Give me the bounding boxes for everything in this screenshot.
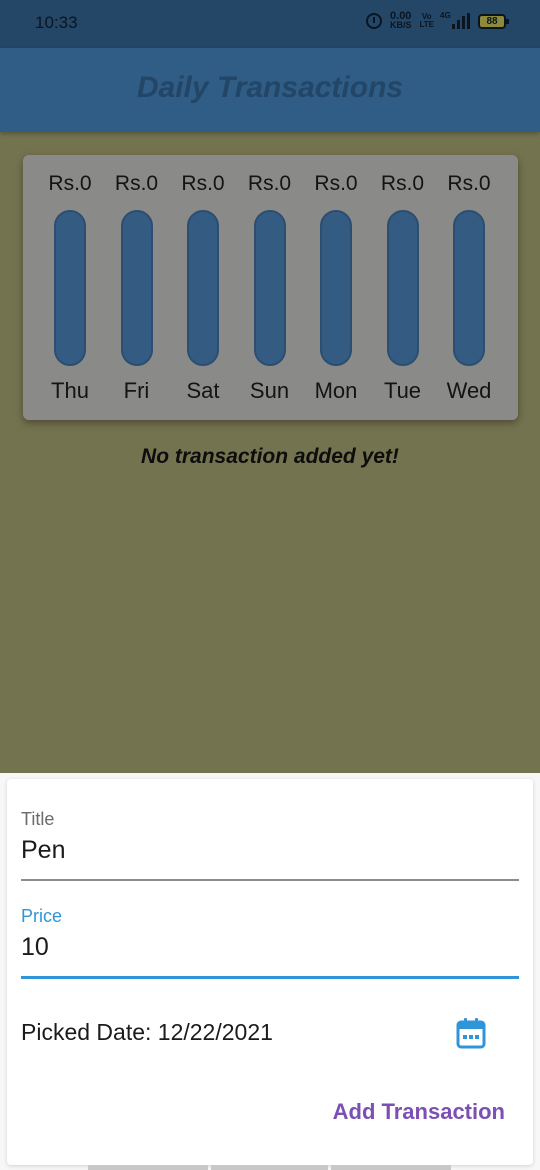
new-transaction-form: Title Price Picked Date: 12/22/2021 Add …: [7, 779, 533, 1165]
bar-amount-label: Rs.0: [314, 172, 358, 195]
bar-amount-label: Rs.0: [380, 172, 425, 195]
bar-track: [253, 210, 286, 366]
chart-bar-sat: Rs.0 Sat: [170, 155, 236, 420]
bar-track: [386, 210, 419, 366]
bar-track: [54, 210, 86, 366]
app-title: Daily Transactions: [136, 71, 404, 104]
price-input[interactable]: [21, 927, 519, 976]
network-speed: 0.00 KB/S: [389, 10, 412, 30]
bar-amount-label: Rs.0: [247, 172, 292, 195]
calendar-icon[interactable]: [456, 1017, 486, 1049]
price-field: Price: [21, 906, 519, 979]
status-bar: 10:33 0.00 KB/S Vo LTE 4G 88: [0, 0, 540, 48]
bar-track: [320, 210, 352, 366]
bar-track: [187, 210, 219, 366]
status-icons: 0.00 KB/S Vo LTE 4G 88: [365, 10, 509, 30]
signal-icon: 4G: [440, 11, 470, 29]
nav-hint: [331, 1165, 451, 1170]
bar-amount-label: Rs.0: [181, 172, 225, 195]
weekly-chart-card: Rs.0 Thu Rs.0 Fri Rs.0 Sat Rs.0 Sun Rs.0 Mon Rs.0 T…: [23, 155, 518, 420]
date-row: Picked Date: 12/22/2021: [21, 1017, 519, 1053]
bar-day-label: Tue: [383, 378, 422, 403]
bar-amount-label: Rs.0: [48, 172, 92, 195]
nav-hint: [88, 1165, 208, 1170]
title-underline: [21, 879, 519, 881]
title-label: Title: [21, 809, 55, 829]
chart-bar-thu: Rs.0 Thu: [37, 155, 103, 420]
picked-date-text: Picked Date: 12/22/2021: [21, 1019, 273, 1045]
bar-day-label: Sat: [186, 378, 220, 403]
bar-day-label: Sun: [249, 378, 290, 403]
volte-icon: Vo LTE: [419, 12, 434, 29]
bar-track: [120, 210, 153, 366]
price-underline: [21, 976, 519, 979]
nav-hint: [211, 1165, 328, 1170]
chart-bar-tue: Rs.0 Tue: [370, 155, 436, 420]
chart-bar-sun: Rs.0 Sun: [237, 155, 303, 420]
bar-amount-label: Rs.0: [114, 172, 159, 195]
add-transaction-button[interactable]: Add Transaction: [333, 1099, 505, 1125]
title-input[interactable]: [21, 830, 519, 879]
chart-bar-fri: Rs.0 Fri: [104, 155, 170, 420]
alarm-icon: [365, 13, 382, 29]
app-bar: Daily Transactions: [0, 48, 540, 132]
title-field: Title: [21, 809, 519, 881]
empty-transactions-message: No transaction added yet!: [141, 445, 399, 468]
status-time: 10:33: [35, 13, 78, 32]
bar-day-label: Wed: [446, 378, 492, 403]
bar-track: [453, 210, 485, 366]
bar-day-label: Fri: [123, 378, 150, 403]
chart-bar-mon: Rs.0 Mon: [303, 155, 369, 420]
chart-bar-wed: Rs.0 Wed: [436, 155, 502, 420]
price-label: Price: [21, 906, 63, 926]
bar-day-label: Thu: [51, 378, 89, 403]
bar-amount-label: Rs.0: [447, 172, 491, 195]
battery-icon: 88: [478, 13, 509, 29]
bar-day-label: Mon: [314, 378, 358, 403]
